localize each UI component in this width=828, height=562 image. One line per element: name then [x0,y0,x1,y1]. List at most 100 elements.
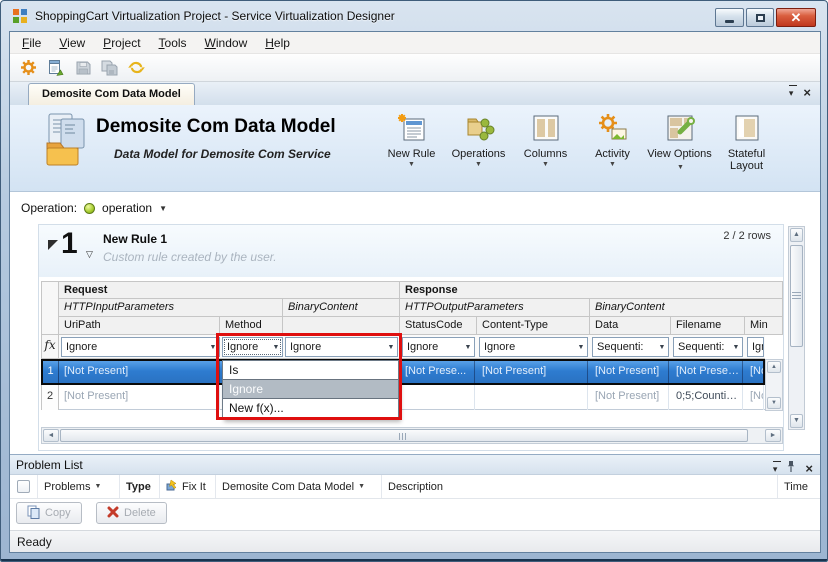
grid-column-header-content-type[interactable]: Content-Type [477,317,590,335]
problem-list-header[interactable]: Problem List ▾ × [10,454,820,475]
filter-combo-filename[interactable]: Sequenti:▼ [673,337,743,357]
annotation-highlight-box [216,333,402,420]
scroll-up-icon[interactable]: ▲ [790,228,803,242]
operation-value[interactable]: operation [102,201,152,215]
operations-icon [445,112,512,148]
column-header-data-model[interactable]: Demosite Com Data Model▼ [216,475,382,498]
scroll-up-icon[interactable]: ▲ [767,361,781,373]
column-header-time[interactable]: Time [778,475,820,498]
copy-button[interactable]: Copy [16,502,82,524]
column-header-description[interactable]: Description [382,475,778,498]
chevron-down-icon[interactable]: ▼ [656,344,668,351]
maximize-button[interactable] [746,8,774,27]
new-rule-button[interactable]: New Rule ▼ [378,110,445,172]
cell-r2-filename[interactable]: 0;5;Countin... [673,385,743,410]
view-options-button[interactable]: View Options ▼ [646,110,713,172]
menu-help[interactable]: Help [256,32,299,53]
grid-section-response[interactable]: Response [400,281,783,299]
filter-combo-statuscode[interactable]: Ignore▼ [402,337,475,357]
column-header-fix-it[interactable]: Fix It [160,475,216,498]
save-all-icon[interactable] [100,58,119,77]
grid-column-header-min[interactable]: Min [745,317,783,335]
title-bar[interactable]: ShoppingCart Virtualization Project - Se… [1,1,827,31]
rules-vertical-scrollbar[interactable]: ▲ ▼ [788,226,805,430]
tab-list-menu-icon[interactable]: ▾ [789,88,794,98]
grid-column-header-data[interactable]: Data [590,317,671,335]
cell-r1-min[interactable]: [Not Present] [747,361,764,383]
grid-group-binarycontent-response[interactable]: BinaryContent [590,299,783,317]
vertical-scroll-thumb[interactable] [790,245,803,347]
chevron-down-icon[interactable]: ▼ [575,344,587,351]
activity-button[interactable]: Activity ▼ [579,110,646,172]
column-header-type[interactable]: Type [120,475,160,498]
menu-window[interactable]: Window [196,32,257,53]
filter-combo-min[interactable]: Ignore [747,337,764,357]
grid-column-header-statuscode[interactable]: StatusCode [400,317,477,335]
tab-demosite-com-data-model[interactable]: Demosite Com Data Model [28,83,195,105]
rule-number: 1 [61,227,78,261]
panel-menu-icon[interactable]: ▾ [773,464,778,474]
filter-combo-data[interactable]: Sequenti:▼ [592,337,669,357]
filter-value: Ignore [748,341,763,353]
row-header-1[interactable]: 1 [43,361,59,383]
settings-gear-icon[interactable] [19,58,38,77]
operations-button[interactable]: Operations ▼ [445,110,512,172]
cell-r1-data[interactable]: [Not Present] [592,361,669,383]
chevron-down-icon[interactable]: ▼ [159,204,167,213]
scroll-down-icon[interactable]: ▼ [767,397,781,409]
column-header-problems[interactable]: Problems▼ [38,475,120,498]
menu-file[interactable]: File [13,32,50,53]
data-model-documents-icon [40,112,92,173]
columns-button[interactable]: Columns ▼ [512,110,579,172]
cell-r1-uripath[interactable]: [Not Present] [61,361,220,383]
menu-project[interactable]: Project [94,32,149,53]
cell-r2-content-type[interactable] [479,385,588,410]
cell-r2-min[interactable]: [Not Present] [747,385,764,410]
grid-vertical-scrollbar[interactable]: ▲ ▼ [765,359,783,411]
refresh-icon[interactable] [127,58,146,77]
grid-group-httpinputparameters[interactable]: HTTPInputParameters [59,299,283,317]
grid-horizontal-scrollbar[interactable]: ◄ ► [41,427,783,444]
horizontal-scroll-thumb[interactable] [60,429,748,442]
stateful-layout-button[interactable]: Stateful Layout [713,110,780,172]
rule-menu-icon[interactable]: ▽ [86,249,93,260]
close-button[interactable]: ✕ [776,8,816,27]
grid-group-binarycontent-request[interactable]: BinaryContent [283,299,400,317]
cell-r2-data[interactable]: [Not Present] [592,385,669,410]
scroll-down-icon[interactable]: ▼ [790,414,803,428]
grid-group-httpoutputparameters[interactable]: HTTPOutputParameters [400,299,590,317]
delete-button[interactable]: Delete [96,502,167,524]
menu-view[interactable]: View [50,32,94,53]
scroll-right-icon[interactable]: ► [765,429,781,442]
grid-corner-cell [41,281,59,335]
operation-selector[interactable]: Operation: operation ▼ [21,201,167,215]
cell-r2-statuscode[interactable] [402,385,475,410]
select-all-checkbox-cell[interactable] [10,475,38,498]
menu-bar: File View Project Tools Window Help [10,32,820,54]
grid-column-header-uripath[interactable]: UriPath [59,317,220,335]
rule-panel: 1 ▽ New Rule 1 Custom rule created by th… [38,224,784,451]
cell-r1-filename[interactable]: [Not Present] [673,361,743,383]
checkbox[interactable] [17,480,30,493]
filter-combo-uripath[interactable]: Ignore▼ [61,337,220,357]
application-window: ShoppingCart Virtualization Project - Se… [0,0,828,562]
cell-r2-uripath[interactable]: [Not Present] [61,385,220,410]
rule-name[interactable]: New Rule 1 [103,232,167,246]
filter-combo-content-type[interactable]: Ignore▼ [479,337,588,357]
scroll-left-icon[interactable]: ◄ [43,429,59,442]
chevron-down-icon[interactable]: ▼ [730,344,742,351]
rule-header[interactable]: 1 ▽ New Rule 1 Custom rule created by th… [39,225,783,277]
rule-collapse-icon[interactable] [48,240,58,250]
minimize-button[interactable] [715,8,744,27]
close-panel-icon[interactable]: × [805,463,813,475]
cell-r1-statuscode[interactable]: [Not Prese... [402,361,475,383]
grid-column-header-filename[interactable]: Filename [671,317,745,335]
row-header-2[interactable]: 2 [41,385,59,410]
tab-close-icon[interactable]: × [803,87,811,99]
save-icon[interactable] [73,58,92,77]
grid-section-request[interactable]: Request [59,281,400,299]
cell-r1-content-type[interactable]: [Not Present] [479,361,588,383]
menu-tools[interactable]: Tools [150,32,196,53]
new-from-template-icon[interactable] [46,58,65,77]
chevron-down-icon[interactable]: ▼ [462,344,474,351]
